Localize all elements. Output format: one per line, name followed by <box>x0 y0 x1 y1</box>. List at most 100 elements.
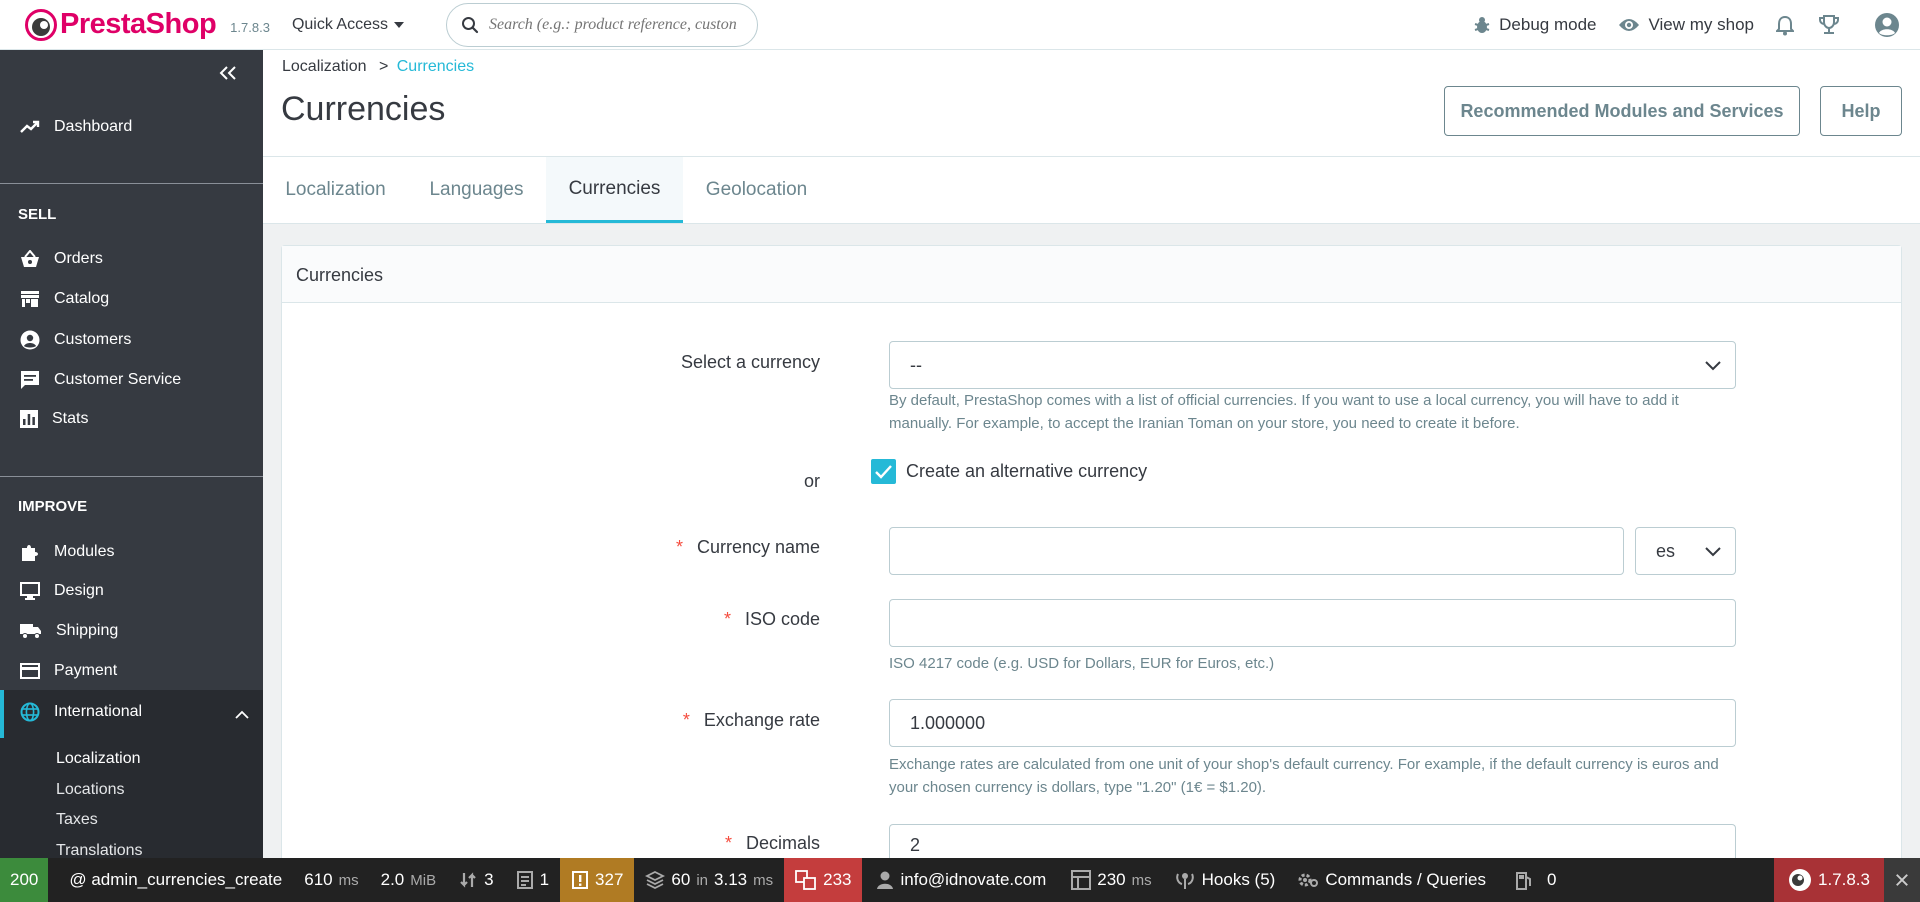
security-panel[interactable]: info@idnovate.com <box>862 858 1057 902</box>
memory-value: 2.0 <box>380 870 405 889</box>
chevron-down-icon <box>1705 547 1721 557</box>
layers-time: 3.13 <box>714 870 748 889</box>
view-shop-label: View my shop <box>1648 15 1754 34</box>
forms-panel[interactable]: 1 <box>505 858 560 902</box>
sidebar-item-design[interactable]: Design <box>20 582 104 600</box>
bell-icon[interactable] <box>1776 15 1794 36</box>
debug-mode-link[interactable]: Debug mode <box>1473 15 1596 35</box>
trending-up-icon <box>20 120 40 133</box>
submenu-item-locations[interactable]: Locations <box>56 781 125 799</box>
select-currency-label: Select a currency <box>680 352 820 372</box>
select-currency-dropdown[interactable]: -- <box>889 341 1736 389</box>
prestashop-logo[interactable]: PrestaShop <box>25 8 217 41</box>
sidebar-item-modules[interactable]: Modules <box>20 542 114 562</box>
sidebar-item-stats[interactable]: Stats <box>20 410 88 428</box>
sidebar-item-dashboard[interactable]: Dashboard <box>20 118 132 136</box>
search-box[interactable] <box>445 2 758 47</box>
breadcrumb-parent[interactable]: Localization <box>282 58 367 75</box>
card-header: Currencies <box>282 246 1901 303</box>
route-name[interactable]: @ admin_currencies_create <box>48 858 292 902</box>
close-icon <box>1896 874 1908 886</box>
language-select-value: es <box>1656 540 1676 561</box>
status-code[interactable]: 200 <box>0 858 49 902</box>
memory-unit: MiB <box>410 871 437 889</box>
tab-localization[interactable]: Localization <box>263 157 408 223</box>
account-icon[interactable] <box>1874 12 1900 38</box>
hooks-panel[interactable]: Hooks (5) <box>1163 858 1287 902</box>
cache-panel[interactable]: 0 <box>1497 858 1567 902</box>
or-label: or <box>803 471 820 491</box>
request-time-value: 610 <box>304 870 333 889</box>
view-shop-link[interactable]: View my shop <box>1618 15 1754 35</box>
tab-languages[interactable]: Languages <box>408 157 545 223</box>
warning-log-icon <box>572 871 589 889</box>
sidebar-item-customers[interactable]: Customers <box>20 330 131 350</box>
sidebar-section-improve: IMPROVE <box>18 498 88 515</box>
chevron-up-icon <box>235 710 249 719</box>
required-mark: * <box>724 833 732 853</box>
sidebar-item-international[interactable]: International <box>0 690 263 738</box>
breadcrumb-current[interactable]: Currencies <box>397 58 474 75</box>
collapse-sidebar-icon[interactable] <box>219 66 237 80</box>
exchange-rate-label: * Exchange rate <box>683 710 820 731</box>
currency-name-label-text: Currency name <box>696 537 820 557</box>
sidebar-item-payment[interactable]: Payment <box>20 662 117 680</box>
exchange-rate-value: 1.000000 <box>910 712 986 733</box>
iso-code-help: ISO 4217 code (e.g. USD for Dollars, EUR… <box>889 655 1275 672</box>
sidebar-divider <box>0 476 263 477</box>
bar-chart-icon <box>20 410 38 428</box>
request-time-unit: ms <box>338 871 359 889</box>
sidebar-item-catalog[interactable]: Catalog <box>20 290 109 308</box>
tab-geolocation[interactable]: Geolocation <box>683 157 830 223</box>
localization-tabs: Localization Languages Currencies Geoloc… <box>263 156 1920 224</box>
layers-in: in <box>696 871 709 889</box>
sidebar-item-label: Catalog <box>54 290 110 307</box>
currency-name-input[interactable] <box>889 527 1624 575</box>
language-select[interactable]: es <box>1635 527 1736 575</box>
tab-currencies[interactable]: Currencies <box>546 157 683 223</box>
select-currency-help: By default, PrestaShop comes with a list… <box>889 392 1679 432</box>
iso-code-input[interactable] <box>889 599 1736 647</box>
caret-down-icon <box>393 21 404 28</box>
sidebar-item-orders[interactable]: Orders <box>20 250 103 268</box>
recommended-modules-button[interactable]: Recommended Modules and Services <box>1444 86 1800 136</box>
fuel-icon <box>1515 872 1531 890</box>
exchange-rate-input[interactable]: 1.000000 <box>889 699 1736 747</box>
submenu-item-taxes[interactable]: Taxes <box>56 811 98 829</box>
logs-panel[interactable]: 327 <box>560 858 635 902</box>
sidebar-item-international-row: International <box>20 702 142 722</box>
quick-access-dropdown[interactable]: Quick Access <box>292 16 404 34</box>
sidebar-item-customer-service[interactable]: Customer Service <box>20 370 181 390</box>
currency-name-label: * Currency name <box>676 537 820 558</box>
memory-usage[interactable]: 2.0 MiB <box>370 858 447 902</box>
trophy-icon[interactable] <box>1818 14 1840 36</box>
decimals-label-text: Decimals <box>745 833 820 853</box>
version-label: 1.7.8.3 <box>1818 870 1870 889</box>
submenu-item-localization[interactable]: Localization <box>56 750 141 768</box>
translation-icon <box>795 870 817 890</box>
request-time[interactable]: 610 ms <box>292 858 369 902</box>
check-icon <box>875 465 892 479</box>
help-button[interactable]: Help <box>1820 86 1902 136</box>
version-panel[interactable]: 1.7.8.3 <box>1774 858 1884 902</box>
iso-code-label-text: ISO code <box>744 609 820 629</box>
hooks-label: Hooks (5) <box>1201 870 1276 889</box>
requests-panel[interactable]: 3 <box>447 858 504 902</box>
arrows-swap-icon <box>460 872 476 888</box>
breadcrumb: Localization > Currencies <box>282 58 474 76</box>
sidebar-item-label: Payment <box>54 662 118 679</box>
search-input[interactable] <box>488 15 749 34</box>
translations-panel[interactable]: 233 <box>784 858 863 902</box>
sidebar-item-label: Shipping <box>56 622 119 639</box>
sidebar-divider <box>0 183 263 184</box>
international-submenu: Localization Locations Taxes Translation… <box>0 738 263 859</box>
close-toolbar-button[interactable] <box>1884 858 1920 902</box>
alternative-currency-label[interactable]: Create an alternative currency <box>906 461 1147 482</box>
form-document-icon <box>516 871 533 889</box>
performance-panel[interactable]: 60 in 3.13 ms <box>634 858 784 902</box>
commands-panel[interactable]: Commands / Queries <box>1286 858 1497 902</box>
store-icon <box>21 291 39 307</box>
alternative-currency-checkbox[interactable] <box>871 459 896 484</box>
sidebar-item-shipping[interactable]: Shipping <box>20 622 118 640</box>
database-panel[interactable]: 230 ms <box>1057 858 1162 902</box>
